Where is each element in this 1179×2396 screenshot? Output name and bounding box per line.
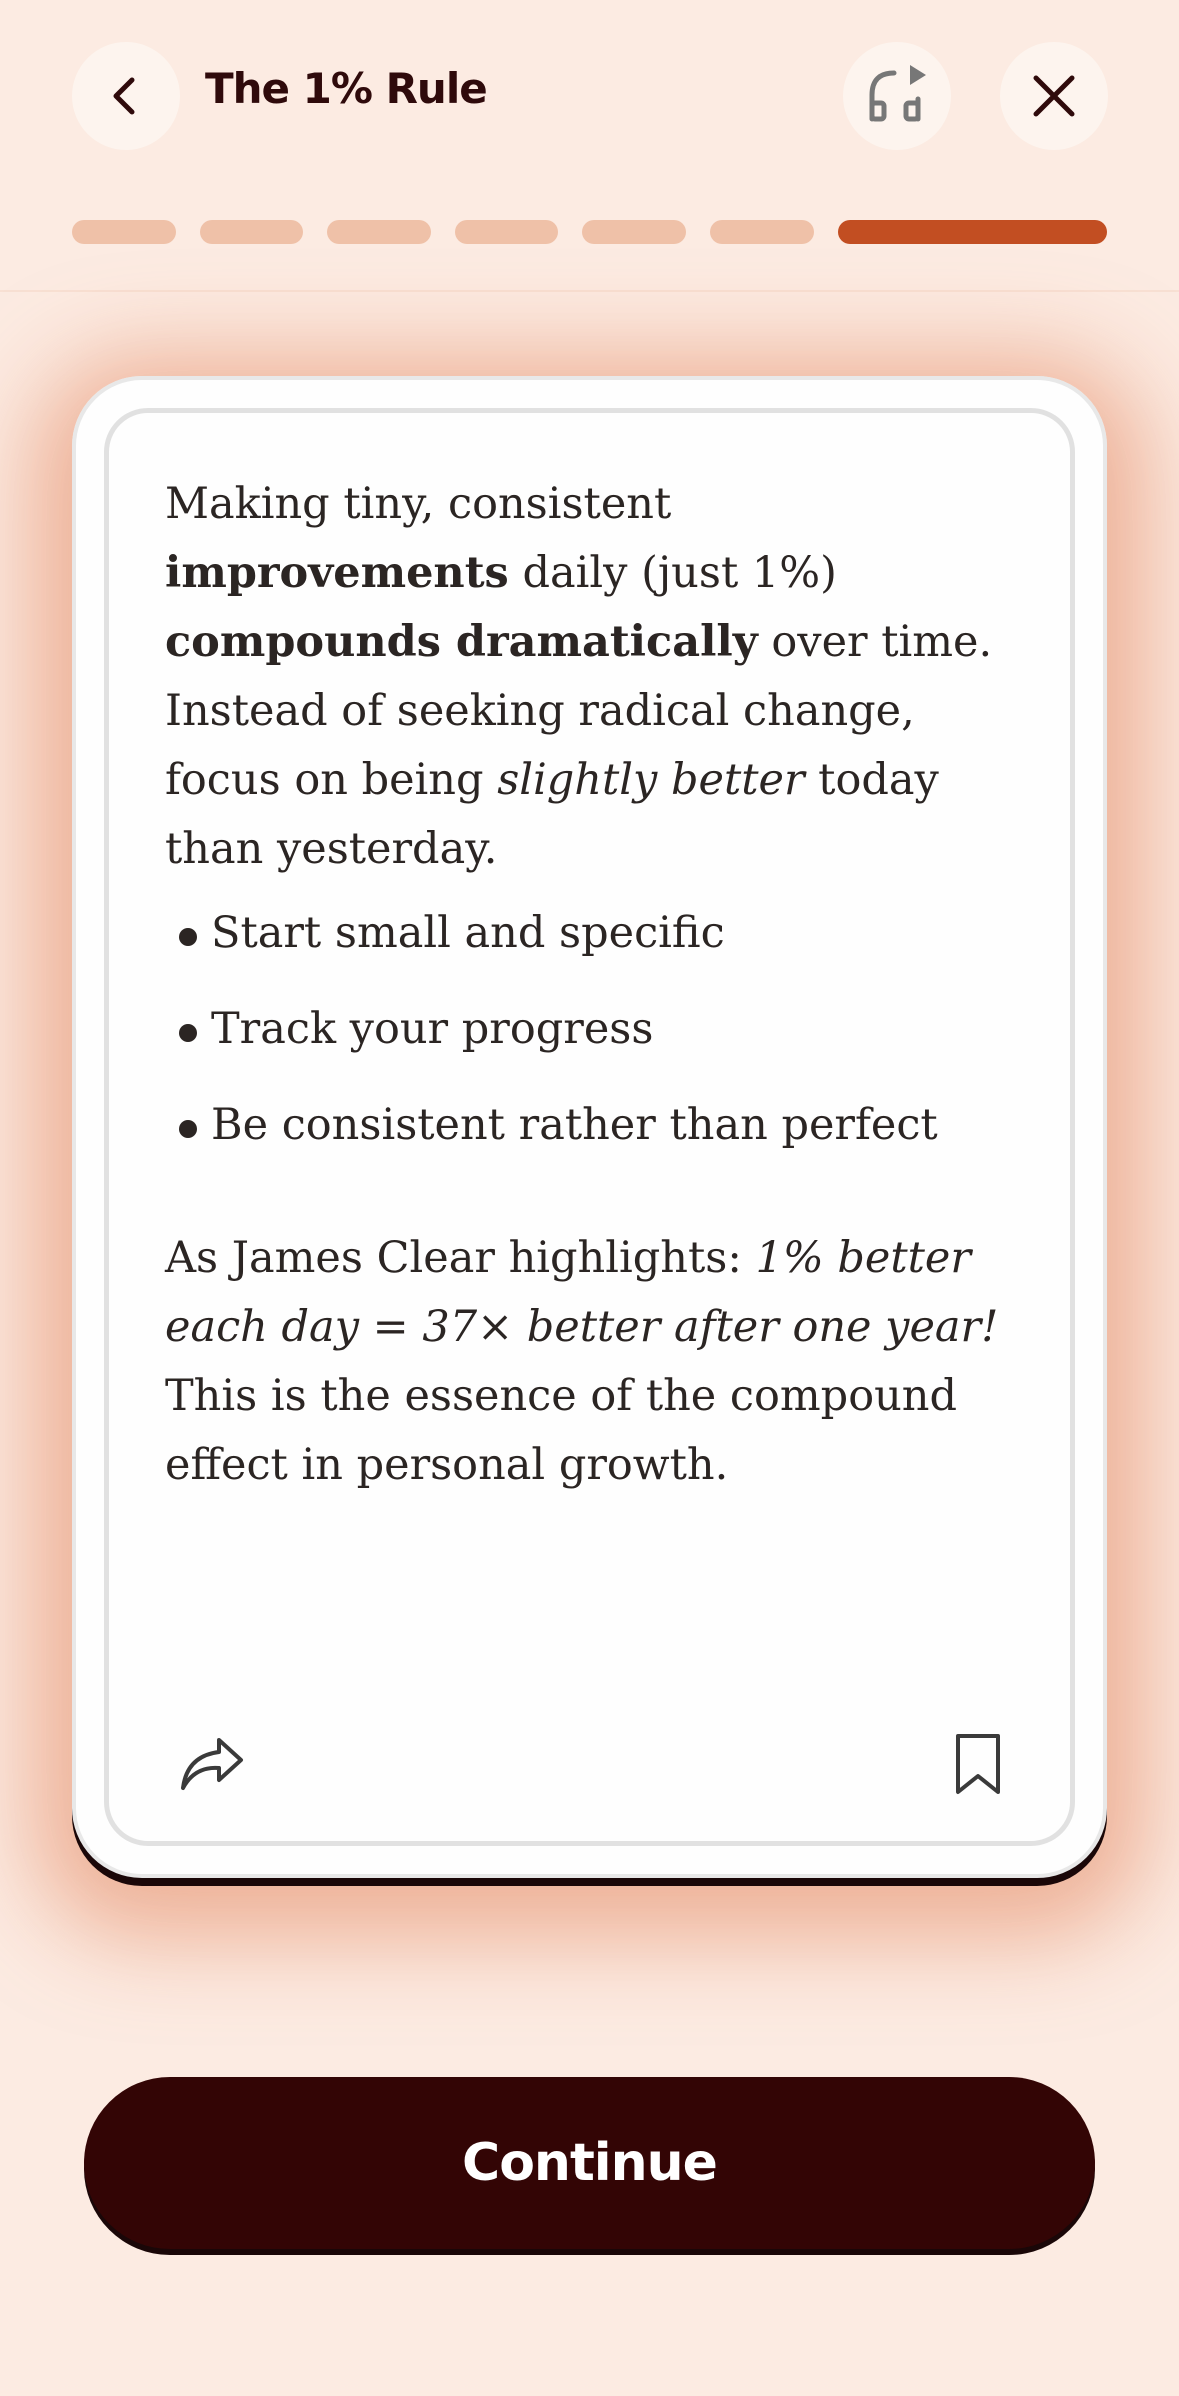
divider bbox=[0, 290, 1179, 292]
progress-bar bbox=[72, 220, 1108, 244]
continue-button[interactable]: Continue bbox=[84, 2077, 1095, 2249]
share-button[interactable] bbox=[170, 1722, 254, 1806]
card-content: Making tiny, consistent improvements dai… bbox=[165, 470, 1025, 1500]
progress-step bbox=[199, 220, 304, 244]
close-icon bbox=[1033, 75, 1075, 117]
back-button[interactable] bbox=[72, 42, 180, 150]
page-title: The 1% Rule bbox=[205, 64, 488, 113]
headphones-play-icon bbox=[869, 65, 926, 122]
progress-step-current bbox=[837, 220, 1108, 244]
intro-paragraph: Making tiny, consistent improvements dai… bbox=[165, 479, 993, 874]
progress-step bbox=[582, 220, 687, 244]
list-item: Start small and specific bbox=[165, 898, 1025, 994]
chevron-left-icon bbox=[113, 77, 135, 115]
progress-step bbox=[72, 220, 176, 244]
progress-step bbox=[710, 220, 814, 244]
audio-button[interactable] bbox=[843, 42, 951, 150]
quote-paragraph: As James Clear highlights: 1% better eac… bbox=[165, 1233, 999, 1490]
top-bar: The 1% Rule bbox=[0, 0, 1179, 190]
progress-step bbox=[454, 220, 559, 244]
list-item: Track your progress bbox=[165, 994, 1025, 1090]
bullet-list: Start small and specific Track your prog… bbox=[165, 898, 1025, 1186]
bookmark-button[interactable] bbox=[936, 1722, 1020, 1806]
bookmark-icon bbox=[956, 1734, 1000, 1794]
list-item: Be consistent rather than perfect bbox=[165, 1090, 1025, 1186]
share-icon bbox=[181, 1738, 243, 1790]
progress-step bbox=[327, 220, 431, 244]
close-button[interactable] bbox=[1000, 42, 1108, 150]
